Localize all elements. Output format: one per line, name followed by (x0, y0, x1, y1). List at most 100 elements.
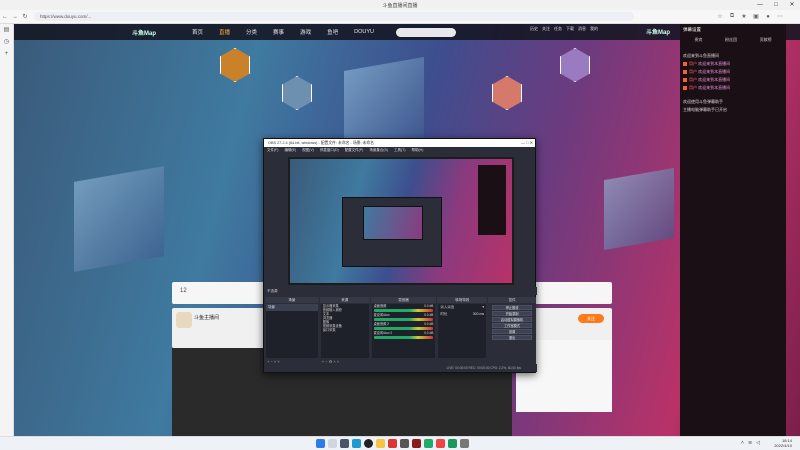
app-icon[interactable] (412, 439, 421, 448)
sources-dock: 来源 显示器采集 音频输入捕获 文本 浏览器 图像 视频采集设备 窗口采集 + … (319, 297, 370, 365)
volume-meter[interactable] (373, 309, 434, 312)
menu-profile[interactable]: 配置文件(P) (345, 147, 364, 153)
site-logo-secondary: 斗鱼Map (645, 30, 670, 36)
nav-item-category[interactable]: 分类 (246, 28, 257, 36)
menu-docks[interactable]: 停靠窗口(D) (320, 147, 339, 153)
tabs-icon[interactable]: ▤ (0, 24, 13, 36)
back-icon[interactable]: ← (0, 14, 10, 20)
start-icon[interactable] (316, 439, 325, 448)
clock[interactable]: 18:14 2022/4/10 (774, 438, 792, 448)
close-button[interactable]: ✕ (784, 0, 800, 10)
follow-nav-icon[interactable]: 关注 (540, 26, 552, 32)
task-nav-icon[interactable]: 任务 (552, 26, 564, 32)
streamer-avatar[interactable] (176, 312, 192, 328)
obs-docks: 场景 场景 + − ˄ ˅ 来源 显示器采集 音频输入捕获 文本 浏览器 图像 … (265, 297, 536, 365)
app-icon[interactable] (388, 439, 397, 448)
stop-streaming-button[interactable]: 停止推流 (492, 305, 532, 310)
controls-dock-title: 控件 (488, 297, 536, 303)
more-icon[interactable]: ⋯ (774, 13, 786, 20)
volume-meter[interactable] (373, 327, 434, 330)
menu-help[interactable]: 帮助(H) (412, 147, 424, 153)
volume-icon[interactable]: ◁ (756, 440, 760, 446)
tab-fans[interactable]: 粉丝团 (725, 37, 737, 43)
obs-window: OBS 27.2.4 (64-bit, windows) - 配置文件: 未命名… (263, 138, 537, 373)
search-icon[interactable] (328, 439, 337, 448)
app-icon[interactable] (400, 439, 409, 448)
history-nav-icon[interactable]: 历史 (528, 26, 540, 32)
exit-button[interactable]: 退出 (492, 335, 532, 340)
volume-meter[interactable] (373, 336, 434, 339)
wifi-icon[interactable]: ≋ (748, 440, 752, 446)
transitions-dock: 转场特效 淡入淡出 ▾ 时长 300 ms (437, 297, 488, 365)
menu-tools[interactable]: 工具(T) (394, 147, 405, 153)
history-icon[interactable]: ◷ (0, 36, 13, 48)
star-icon[interactable]: ☆ (714, 13, 726, 20)
menu-edit[interactable]: 编辑(E) (284, 147, 296, 153)
preview-nested-canvas (363, 206, 423, 240)
minimize-button[interactable]: — (752, 0, 768, 10)
favorites-icon[interactable]: ★ (738, 13, 750, 20)
streamer-name[interactable]: 斗鱼主播间 (194, 314, 219, 321)
site-logo[interactable]: 斗鱼Map (132, 28, 192, 37)
controls-dock: 控件 停止推流 开始录制 启动虚拟摄像机 工作室模式 设置 退出 (488, 297, 536, 365)
scene-item[interactable]: 场景 (266, 304, 318, 311)
menu-view[interactable]: 视图(V) (302, 147, 314, 153)
obs-titlebar: OBS 27.2.4 (64-bit, windows) - 配置文件: 未命名… (264, 139, 535, 147)
app-icon[interactable] (436, 439, 445, 448)
transitions-dock-title: 转场特效 (437, 297, 488, 303)
transition-select[interactable]: 淡入淡出 ▾ (438, 304, 486, 311)
app-icon[interactable] (460, 439, 469, 448)
follow-button[interactable]: 关注 (578, 314, 604, 323)
app-icon[interactable] (424, 439, 433, 448)
taskview-icon[interactable] (340, 439, 349, 448)
hero-badge-4 (560, 48, 590, 82)
chat-panel: 弹幕设置 贵宾 粉丝团 贡献榜 欢迎来到斗鱼直播间 用户 欢迎来到本直播间 用户… (680, 24, 786, 436)
preview-chat-panel (478, 165, 506, 235)
nav-item-douyu[interactable]: DOUYU (354, 29, 374, 35)
source-item[interactable]: 窗口采集 (321, 328, 369, 332)
tab-vip[interactable]: 贵宾 (694, 37, 702, 43)
taskbar: ˄ ≋ ◁ 18:14 2022/4/10 (0, 436, 800, 450)
app-icon[interactable] (448, 439, 457, 448)
split-icon[interactable]: ⧉ (726, 13, 738, 20)
message-nav-icon[interactable]: 消息 (576, 26, 588, 32)
duration-input[interactable]: 300 ms (473, 312, 484, 317)
edge-icon[interactable] (352, 439, 361, 448)
nav-item-fishbar[interactable]: 鱼吧 (327, 28, 338, 36)
download-nav-icon[interactable]: 下载 (564, 26, 576, 32)
forward-icon[interactable]: → (10, 14, 20, 20)
obs-window-controls[interactable]: — □ ✕ (521, 139, 533, 147)
start-recording-button[interactable]: 开始录制 (492, 311, 532, 316)
obs-preview-canvas[interactable] (288, 157, 514, 285)
site-search-input[interactable] (395, 27, 456, 37)
settings-button[interactable]: 设置 (492, 329, 532, 334)
profile-icon[interactable]: ● (762, 14, 774, 20)
nav-item-events[interactable]: 赛事 (273, 28, 284, 36)
obs-icon[interactable] (364, 439, 373, 448)
chat-tag-icon (683, 85, 687, 90)
menu-scene-collection[interactable]: 场景集合(S) (369, 147, 388, 153)
hero-cube-right (604, 167, 674, 251)
chevron-up-icon[interactable]: ˄ (741, 440, 744, 446)
volume-meter[interactable] (373, 318, 434, 321)
url-input[interactable]: https://www.douyu.com/... (34, 12, 634, 21)
refresh-icon[interactable]: ↻ (20, 13, 30, 20)
nav-item-live[interactable]: 直播 (219, 28, 230, 36)
nav-item-games[interactable]: 游戏 (300, 28, 311, 36)
studio-mode-button[interactable]: 工作室模式 (492, 323, 532, 328)
add-icon[interactable]: + (0, 48, 13, 60)
mine-nav-icon[interactable]: 我的 (588, 26, 600, 32)
chat-settings-label[interactable]: 弹幕设置 (683, 27, 783, 33)
virtual-camera-button[interactable]: 启动虚拟摄像机 (492, 317, 532, 322)
mixer-dock: 混音器 桌面音频 0.0 dB 麦克风/Aux 0.0 dB 桌面音频 2 0.0 d… (370, 297, 437, 365)
explorer-icon[interactable] (376, 439, 385, 448)
chat-notice: 欢迎来到斗鱼直播间 (683, 53, 719, 58)
maximize-button[interactable]: □ (768, 0, 784, 10)
collections-icon[interactable]: ▣ (750, 13, 762, 20)
menu-file[interactable]: 文件(F) (267, 147, 278, 153)
nav-item-home[interactable]: 首页 (192, 28, 203, 36)
system-tray: ˄ ≋ ◁ (741, 440, 760, 446)
tab-rank[interactable]: 贡献榜 (760, 37, 772, 43)
duration-row: 时长 300 ms (440, 312, 485, 317)
clock-date: 2022/4/10 (774, 443, 792, 448)
